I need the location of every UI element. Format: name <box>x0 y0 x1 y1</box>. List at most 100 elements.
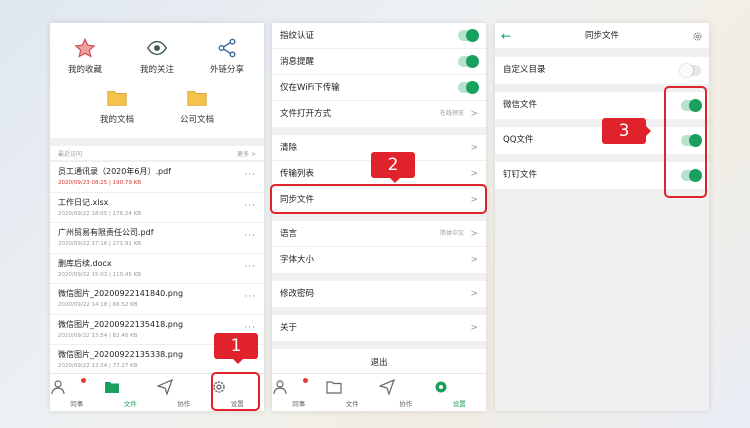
row-label: 文件打开方式 <box>280 109 332 119</box>
quick-company-docs[interactable]: 公司文档 <box>162 87 232 125</box>
chevron-right-icon: > <box>470 289 478 299</box>
row-label: 修改密码 <box>280 289 315 299</box>
settings-group-security: 指纹认证 消息提醒 仅在WiFi下传输 文件打开方式 在线预览 > <box>272 23 486 127</box>
list-item[interactable]: 删库后续.docx 2020/09/22 15:03 | 110.45 KB ·… <box>50 254 264 284</box>
more-link[interactable]: 更多 > <box>237 149 256 158</box>
folder-icon <box>187 91 207 106</box>
page-title: 同步文件 <box>584 31 619 41</box>
quick-label: 我的文档 <box>99 115 134 125</box>
row-label: 消息提醒 <box>280 57 315 67</box>
tab-colleagues[interactable]: 同事 <box>272 374 326 411</box>
quick-label: 我的收藏 <box>67 65 102 75</box>
row-label: 传输列表 <box>280 169 315 179</box>
tab-label: 设置 <box>452 400 466 408</box>
settings-row-change-password[interactable]: 修改密码 > <box>272 281 486 307</box>
sync-group-custom: 自定义目录 <box>495 57 709 84</box>
settings-row-fingerprint[interactable]: 指纹认证 <box>272 23 486 49</box>
settings-row-font-size[interactable]: 字体大小 > <box>272 247 486 273</box>
file-name: 工作日记.xlsx <box>58 197 109 207</box>
person-icon <box>273 380 287 395</box>
row-label: 钉钉文件 <box>503 170 538 180</box>
tab-files[interactable]: 文件 <box>104 374 158 411</box>
step-badge-1: 1 <box>214 333 258 364</box>
list-item[interactable]: 员工通讯录（2020年6月）.pdf 2020/09/23 08:25 | 19… <box>50 162 264 193</box>
person-icon <box>51 380 65 395</box>
file-meta: 2020/09/22 17:16 | 271.91 KB <box>58 241 142 247</box>
settings-group-about: 关于 > <box>272 315 486 341</box>
quick-my-docs[interactable]: 我的文档 <box>82 87 152 125</box>
tab-label: 协作 <box>399 400 413 408</box>
row-label: 仅在WiFi下传输 <box>280 83 340 93</box>
quick-favorites[interactable]: 我的收藏 <box>50 37 120 75</box>
chevron-right-icon: > <box>470 229 478 239</box>
eye-icon <box>147 40 167 56</box>
list-item[interactable]: 广州贸易有限责任公司.pdf 2020/09/22 17:16 | 271.91… <box>50 223 264 254</box>
settings-row-about[interactable]: 关于 > <box>272 315 486 341</box>
more-options-icon[interactable]: ··· <box>244 201 256 211</box>
quick-label: 外链分享 <box>209 65 244 75</box>
tab-collaboration[interactable]: 协作 <box>157 374 211 411</box>
quick-following[interactable]: 我的关注 <box>122 37 192 75</box>
chevron-right-icon: > <box>470 255 478 265</box>
more-options-icon[interactable]: ··· <box>244 262 256 272</box>
row-label: 清除 <box>280 143 298 153</box>
settings-row-notifications[interactable]: 消息提醒 <box>272 49 486 75</box>
file-name: 删库后续.docx <box>58 258 112 268</box>
highlight-settings-tab <box>211 372 260 411</box>
sync-row-custom-dir[interactable]: 自定义目录 <box>495 57 709 84</box>
row-label: QQ文件 <box>503 135 534 145</box>
folder-icon <box>104 382 119 393</box>
back-arrow-icon[interactable]: ← <box>501 23 511 49</box>
chevron-right-icon: > <box>470 109 478 119</box>
top-bar: ← 同步文件 <box>495 23 709 49</box>
quick-label: 我的关注 <box>139 65 174 75</box>
step-badge-2: 2 <box>371 152 415 183</box>
settings-row-wifi-only[interactable]: 仅在WiFi下传输 <box>272 75 486 101</box>
folder-icon <box>325 381 342 394</box>
tab-collaboration[interactable]: 协作 <box>379 374 433 411</box>
settings-row-language[interactable]: 语言 简体中文 > <box>272 221 486 247</box>
list-item[interactable]: 工作日记.xlsx 2020/09/22 18:05 | 176.24 KB ·… <box>50 193 264 223</box>
settings-row-open-mode[interactable]: 文件打开方式 在线预览 > <box>272 101 486 127</box>
quick-label: 公司文档 <box>179 115 214 125</box>
row-label: 指纹认证 <box>280 31 315 41</box>
chevron-right-icon: > <box>470 323 478 333</box>
settings-group-password: 修改密码 > <box>272 281 486 307</box>
more-options-icon[interactable]: ··· <box>244 292 256 302</box>
recent-title: 最近访问 <box>58 151 83 158</box>
tab-label: 同事 <box>292 400 306 408</box>
row-label: 自定义目录 <box>503 65 546 75</box>
quick-share[interactable]: 外链分享 <box>192 37 262 75</box>
row-label: 字体大小 <box>280 255 315 265</box>
settings-group-display: 语言 简体中文 > 字体大小 > <box>272 221 486 273</box>
star-icon <box>74 37 96 58</box>
step-badge-3: 3 <box>602 118 651 144</box>
list-item[interactable]: 微信图片_20200922141840.png 2020/09/22 14:18… <box>50 284 264 315</box>
file-meta: 2020/09/22 13:54 | 77.27 KB <box>58 363 138 369</box>
more-options-icon[interactable]: ··· <box>244 231 256 241</box>
row-label: 语言 <box>280 229 298 239</box>
tab-files[interactable]: 文件 <box>325 374 380 411</box>
tab-label: 文件 <box>345 400 359 408</box>
custom-dir-toggle[interactable] <box>680 64 701 77</box>
tab-label: 文件 <box>123 400 137 408</box>
share-icon <box>218 38 236 58</box>
tab-settings[interactable]: 设置 <box>433 374 487 411</box>
file-meta: 2020/09/22 15:03 | 110.45 KB <box>58 271 142 278</box>
row-value: 在线预览 <box>439 110 464 117</box>
more-options-icon[interactable]: ··· <box>244 170 256 180</box>
fingerprint-toggle[interactable] <box>458 29 479 42</box>
phone-settings-screen: 指纹认证 消息提醒 仅在WiFi下传输 文件打开方式 在线预览 > 清除 > 传… <box>272 23 486 411</box>
gear-icon[interactable] <box>692 31 703 42</box>
notification-dot <box>80 378 86 383</box>
folder-icon <box>107 91 127 106</box>
highlight-sync-toggles <box>664 86 707 198</box>
notifications-toggle[interactable] <box>458 55 479 68</box>
row-label: 关于 <box>280 323 298 333</box>
send-icon <box>379 379 395 395</box>
phone-sync-files-screen: ← 同步文件 自定义目录 微信文件 QQ文件 钉钉文件 <box>495 23 709 411</box>
tab-colleagues[interactable]: 同事 <box>50 374 104 411</box>
more-options-icon[interactable]: ··· <box>244 323 256 333</box>
wifi-only-toggle[interactable] <box>458 81 479 94</box>
file-meta: 2020/09/23 08:25 | 190.79 KB <box>58 180 142 186</box>
